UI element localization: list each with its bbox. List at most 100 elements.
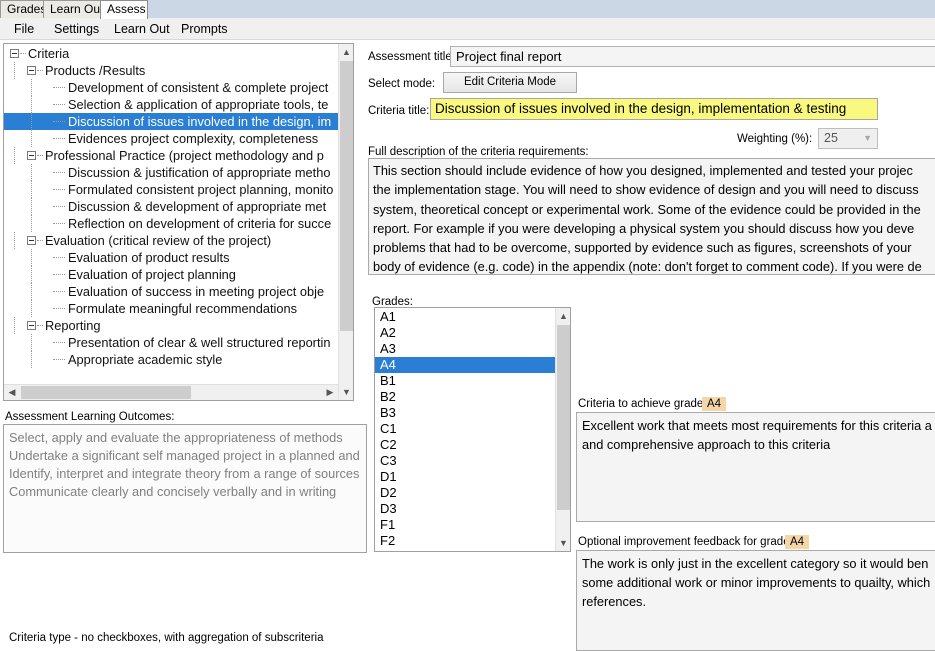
criteria-tree-panel[interactable]: Criteria Products /Results Development of … xyxy=(3,43,354,401)
tree-item[interactable]: Products /Results xyxy=(4,62,340,79)
tree-connector xyxy=(31,249,32,266)
tree-item[interactable]: Development of consistent & complete pro… xyxy=(4,79,340,96)
grade-item[interactable]: C3 xyxy=(375,453,555,469)
criteria-title-input[interactable]: Discussion of issues involved in the des… xyxy=(430,98,878,120)
tree-vscroll-thumb[interactable] xyxy=(340,61,353,331)
menu-item-prompts[interactable]: Prompts xyxy=(175,21,234,38)
tree-item[interactable]: Formulate meaningful recommendations xyxy=(4,300,340,317)
tree-item[interactable]: Professional Practice (project methodolo… xyxy=(4,147,340,164)
tree-item[interactable]: Formulated consistent project planning, … xyxy=(4,181,340,198)
tab-learn-out[interactable]: Learn Out xyxy=(43,0,104,18)
tree-item[interactable]: Presentation of clear & well structured … xyxy=(4,334,340,351)
menu-item-settings[interactable]: Settings xyxy=(48,21,105,38)
grades-vertical-scrollbar[interactable]: ▲ ▼ xyxy=(555,308,570,551)
grade-item[interactable]: C1 xyxy=(375,421,555,437)
grade-item[interactable]: A3 xyxy=(375,341,555,357)
tree-connector xyxy=(14,62,15,79)
grade-item[interactable]: A1 xyxy=(375,309,555,325)
tree-connector xyxy=(53,342,65,343)
tree-connector xyxy=(53,138,65,139)
menu-item-learn-out[interactable]: Learn Out xyxy=(108,21,176,38)
tree-horizontal-scrollbar[interactable]: ◀ ▶ xyxy=(4,384,338,400)
tree-connector xyxy=(31,198,32,215)
scroll-down-icon[interactable]: ▼ xyxy=(339,384,353,400)
criteria-tree[interactable]: Criteria Products /Results Development of … xyxy=(4,45,340,385)
tree-item-label: Selection & application of appropriate t… xyxy=(68,97,329,112)
status-bar-text: Criteria type - no checkboxes, with aggr… xyxy=(9,632,324,644)
learning-outcome-line: Identify, interpret and integrate theory… xyxy=(9,466,360,481)
tree-connector xyxy=(53,121,65,122)
tab-assess[interactable]: Assess xyxy=(100,0,148,19)
tree-expander-icon[interactable] xyxy=(27,236,36,245)
tree-item[interactable]: Reporting xyxy=(4,317,340,334)
tree-item-label: Products /Results xyxy=(45,63,146,78)
scroll-up-icon[interactable]: ▲ xyxy=(339,44,353,60)
achieve-grade-textarea[interactable]: Excellent work that meets most requireme… xyxy=(576,412,935,522)
grade-item[interactable]: F1 xyxy=(375,517,555,533)
grade-item[interactable]: F2 xyxy=(375,533,555,549)
tree-item[interactable]: Reflection on development of criteria fo… xyxy=(4,215,340,232)
assessment-title-input[interactable]: Project final report xyxy=(450,46,935,67)
tab-grades[interactable]: Grades xyxy=(0,0,46,18)
learning-outcome-line: Undertake a significant self managed pro… xyxy=(9,448,360,463)
tree-item[interactable]: Evaluation of product results xyxy=(4,249,340,266)
tree-item[interactable]: Evaluation of project planning xyxy=(4,266,340,283)
tree-item[interactable]: Evaluation of success in meeting project… xyxy=(4,283,340,300)
tree-item-label: Evaluation (critical review of the proje… xyxy=(45,233,272,248)
scroll-left-icon[interactable]: ◀ xyxy=(4,385,20,400)
scroll-up-icon[interactable]: ▲ xyxy=(556,308,570,324)
grade-item[interactable]: D3 xyxy=(375,501,555,517)
description-line: body of evidence (e.g. code) in the appe… xyxy=(373,259,922,275)
grades-vscroll-thumb[interactable] xyxy=(557,325,570,510)
criteria-description-textarea[interactable]: This section should include evidence of … xyxy=(368,158,935,275)
tree-item[interactable]: Discussion & development of appropriate … xyxy=(4,198,340,215)
improvement-grade-badge: A4 xyxy=(785,535,810,549)
tree-expander-icon[interactable] xyxy=(27,66,36,75)
tree-item-label: Discussion & justification of appropriat… xyxy=(68,165,331,180)
tree-connector xyxy=(31,96,32,113)
tree-item[interactable]: Evaluation (critical review of the proje… xyxy=(4,232,340,249)
scroll-right-icon[interactable]: ▶ xyxy=(322,385,338,400)
improvement-feedback-textarea[interactable]: The work is only just in the excellent c… xyxy=(576,550,935,651)
grade-item-selected[interactable]: A4 xyxy=(375,357,555,373)
tree-connector xyxy=(53,87,65,88)
tree-hscroll-thumb[interactable] xyxy=(21,386,191,399)
learning-outcome-line: Communicate clearly and concisely verbal… xyxy=(9,484,337,499)
tree-connector xyxy=(53,359,65,360)
tree-connector xyxy=(53,291,65,292)
menu-item-file-label: File xyxy=(14,22,35,36)
grade-item[interactable]: D1 xyxy=(375,469,555,485)
grade-item[interactable]: B1 xyxy=(375,373,555,389)
assessment-title-label: Assessment title: xyxy=(368,51,455,63)
grade-item[interactable]: B2 xyxy=(375,389,555,405)
tree-expander-icon[interactable] xyxy=(27,151,36,160)
tree-connector xyxy=(53,206,65,207)
tree-item[interactable]: Discussion & justification of appropriat… xyxy=(4,164,340,181)
tree-expander-icon[interactable] xyxy=(10,49,19,58)
tree-item[interactable]: Selection & application of appropriate t… xyxy=(4,96,340,113)
learning-outcomes-box[interactable]: Select, apply and evaluate the appropria… xyxy=(3,424,367,553)
grade-item[interactable]: D2 xyxy=(375,485,555,501)
scroll-down-icon[interactable]: ▼ xyxy=(556,535,570,551)
description-line: report. For example if you were developi… xyxy=(373,220,915,236)
learning-outcomes-label: Assessment Learning Outcomes: xyxy=(5,411,175,423)
grade-item[interactable]: B3 xyxy=(375,405,555,421)
grades-listbox[interactable]: A1 A2 A3 A4 B1 B2 B3 C1 C2 C3 D1 D2 D3 F1 F2 ▲ ▼ xyxy=(374,307,571,552)
edit-criteria-mode-button[interactable]: Edit Criteria Mode xyxy=(443,72,577,93)
grade-item[interactable]: C2 xyxy=(375,437,555,453)
tab-learn-out-label: Learn Out xyxy=(50,2,104,16)
tree-item[interactable]: Evidences project complexity, completene… xyxy=(4,130,340,147)
tree-item[interactable]: Appropriate academic style xyxy=(4,351,340,368)
tree-connector xyxy=(53,308,65,309)
description-line: problems that had to be overcome, suppor… xyxy=(373,240,912,256)
tree-expander-icon[interactable] xyxy=(27,321,36,330)
grades-list[interactable]: A1 A2 A3 A4 B1 B2 B3 C1 C2 C3 D1 D2 D3 F1 F2 xyxy=(375,309,555,549)
tree-item[interactable]: Criteria xyxy=(4,45,340,62)
achieve-grade-label: Criteria to achieve grade xyxy=(578,398,704,410)
tree-item-selected[interactable]: Discussion of issues involved in the des… xyxy=(4,113,340,130)
tree-vertical-scrollbar[interactable]: ▲ ▼ xyxy=(338,44,353,400)
grade-item[interactable]: A2 xyxy=(375,325,555,341)
menu-item-file[interactable]: File xyxy=(8,21,40,38)
feedback-line: some additional work or minor improvemen… xyxy=(582,575,931,590)
weighting-select[interactable]: 25 ▼ xyxy=(818,128,878,149)
